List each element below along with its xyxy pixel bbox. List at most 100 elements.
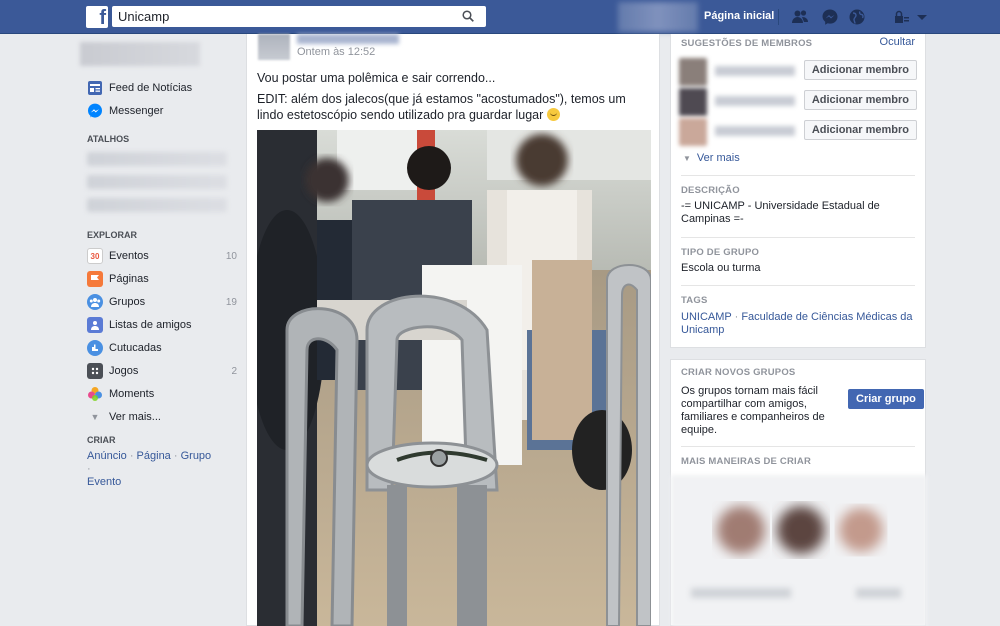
chevron-down-icon: ▼: [90, 412, 100, 422]
more-ways-heading: MAIS MANEIRAS DE CRIAR: [681, 456, 812, 467]
messenger-icon: [87, 103, 103, 119]
nav-games[interactable]: Jogos 2: [87, 362, 237, 380]
globe-icon[interactable]: [848, 8, 866, 26]
games-icon: [87, 363, 103, 379]
chevron-down-icon[interactable]: [913, 8, 931, 26]
member-suggestion: Adicionar membro: [679, 118, 919, 146]
shortcut-blurred[interactable]: [87, 175, 227, 189]
tags-list: UNICAMP · Faculdade de Ciências Médicas …: [681, 311, 913, 336]
divider: [681, 175, 915, 176]
lock-icon[interactable]: [893, 8, 911, 26]
search-box: [112, 6, 486, 27]
tags-heading: TAGS: [681, 295, 708, 306]
moments-icon: [87, 386, 103, 402]
nav-count: 19: [225, 296, 237, 308]
facebook-logo-icon[interactable]: f: [86, 6, 108, 29]
tag-link[interactable]: UNICAMP: [681, 311, 732, 323]
friend-list-icon: [87, 317, 103, 333]
nav-label: Páginas: [109, 273, 149, 285]
create-ad-link[interactable]: Anúncio: [87, 450, 127, 462]
nav-label: Moments: [109, 388, 155, 400]
post-body: Vou postar uma polêmica e sair correndo.…: [257, 70, 651, 128]
blurred-text: [856, 588, 901, 598]
friends-icon[interactable]: [791, 8, 809, 26]
create-groups-description: Os grupos tornam mais fácil compartilhar…: [681, 385, 825, 436]
flag-icon: [87, 271, 103, 287]
search-input[interactable]: [112, 6, 442, 27]
nav-news-feed[interactable]: Feed de Notícias: [87, 79, 237, 97]
author-avatar-blurred[interactable]: [258, 34, 290, 60]
nav-pokes[interactable]: Cutucadas: [87, 339, 237, 357]
shortcut-blurred[interactable]: [87, 198, 227, 212]
nav-label: Listas de amigos: [109, 319, 192, 331]
nav-messenger[interactable]: Messenger: [87, 102, 237, 120]
member-suggestion: Adicionar membro: [679, 58, 919, 86]
chevron-down-icon: ▼: [683, 154, 691, 163]
member-name-blurred[interactable]: [715, 96, 795, 106]
create-links: Anúncio · Página · Grupo · Evento: [87, 450, 212, 488]
member-avatar-blurred[interactable]: [679, 88, 707, 116]
see-more-link: Ver mais...: [109, 411, 161, 423]
create-heading: CRIAR: [87, 435, 116, 445]
calendar-icon: 30: [87, 248, 103, 264]
nav-label: Cutucadas: [109, 342, 162, 354]
divider: [681, 237, 915, 238]
nav-label: Feed de Notícias: [109, 82, 193, 94]
poke-icon: [87, 340, 103, 356]
member-avatar-blurred[interactable]: [679, 118, 707, 146]
create-group-link[interactable]: Grupo: [181, 450, 212, 462]
left-sidebar: Feed de Notícias Messenger ATALHOS EXPLO…: [80, 34, 240, 626]
news-feed-icon: [87, 80, 103, 96]
member-name-blurred[interactable]: [715, 66, 795, 76]
group-post: Ontem às 12:52 Vou postar uma polêmica e…: [246, 34, 660, 626]
nav-events[interactable]: 30 Eventos 10: [87, 247, 237, 265]
group-description: -= UNICAMP - Universidade Estadual de Ca…: [681, 200, 880, 225]
add-member-button[interactable]: Adicionar membro: [803, 90, 917, 110]
nav-pages[interactable]: Páginas: [87, 270, 237, 288]
member-avatar-blurred[interactable]: [679, 58, 707, 86]
member-suggestion: Adicionar membro: [679, 88, 919, 116]
nav-label: Eventos: [109, 250, 149, 262]
description-heading: DESCRIÇÃO: [681, 185, 740, 196]
post-timestamp[interactable]: Ontem às 12:52: [297, 46, 375, 58]
profile-link-blurred[interactable]: [618, 2, 698, 32]
member-suggestions-heading: SUGESTÕES DE MEMBROS: [681, 38, 813, 49]
cafeteria-photo: [257, 130, 651, 626]
smiley-icon: [546, 108, 560, 121]
add-member-button[interactable]: Adicionar membro: [803, 120, 917, 140]
author-name-blurred[interactable]: [297, 34, 399, 44]
topbar-divider: [778, 9, 779, 25]
create-event-link[interactable]: Evento: [87, 476, 121, 488]
profile-name-blurred[interactable]: [80, 42, 200, 66]
shortcuts-heading: ATALHOS: [87, 134, 130, 144]
group-type-heading: TIPO DE GRUPO: [681, 247, 760, 258]
post-text-line: EDIT: além dos jalecos(que já estamos "a…: [257, 92, 626, 122]
nav-moments[interactable]: Moments: [87, 385, 237, 403]
see-more-members-link[interactable]: ▼ Ver mais: [683, 152, 740, 164]
nav-groups[interactable]: Grupos 19: [87, 293, 237, 311]
shortcut-blurred[interactable]: [87, 152, 227, 166]
nav-count: 2: [231, 365, 237, 377]
top-navigation-bar: f Página inicial: [0, 0, 1000, 34]
nav-friend-lists[interactable]: Listas de amigos: [87, 316, 237, 334]
home-link[interactable]: Página inicial: [704, 10, 774, 22]
nav-count: 10: [225, 250, 237, 262]
hide-link[interactable]: Ocultar: [880, 36, 915, 48]
post-text-line: Vou postar uma polêmica e sair correndo.…: [257, 71, 496, 85]
blurred-text: [691, 588, 791, 598]
member-name-blurred[interactable]: [715, 126, 795, 136]
search-icon[interactable]: [462, 10, 474, 22]
create-group-button[interactable]: Criar grupo: [848, 389, 924, 409]
messenger-icon[interactable]: [821, 8, 839, 26]
create-page-link[interactable]: Página: [137, 450, 171, 462]
nav-label: Jogos: [109, 365, 139, 377]
divider: [681, 446, 915, 447]
nav-see-more[interactable]: ▼ Ver mais...: [87, 408, 237, 426]
create-new-groups-heading: CRIAR NOVOS GRUPOS: [681, 367, 796, 378]
blurred-avatars: [717, 506, 883, 554]
groups-icon: [87, 294, 103, 310]
add-member-button[interactable]: Adicionar membro: [803, 60, 917, 80]
post-photo[interactable]: [257, 130, 651, 626]
nav-label: Messenger: [109, 105, 164, 117]
group-type-value: Escola ou turma: [681, 262, 761, 274]
